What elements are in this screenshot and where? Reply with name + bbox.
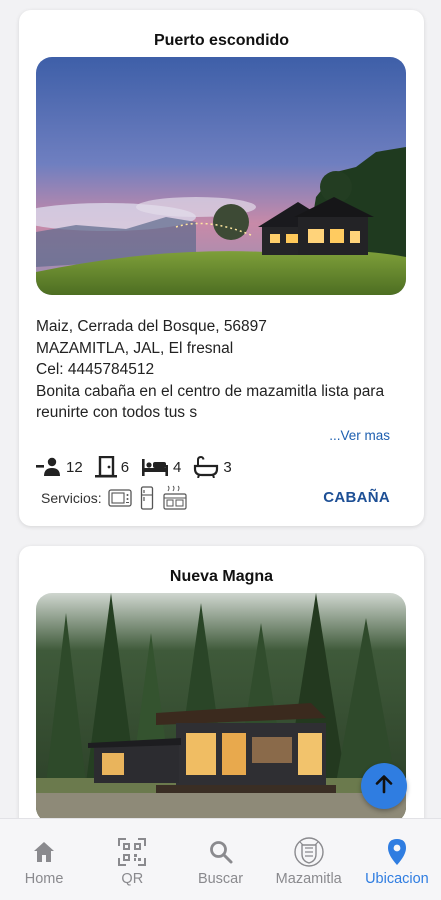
listing-title: Nueva Magna (169, 568, 274, 585)
nav-label: Buscar (197, 871, 244, 887)
microwave-icon (108, 488, 132, 508)
nav-item-mazamitla[interactable]: Mazamitla (265, 819, 353, 900)
search-icon (208, 837, 234, 867)
nav-label: Home (24, 871, 64, 887)
property-type: CABAÑA (323, 489, 390, 506)
listing-photo[interactable] (36, 593, 406, 818)
see-more-link[interactable]: ...Ver mas (329, 428, 390, 443)
nav-item-ubicacion[interactable]: Ubicacion (353, 819, 441, 900)
fridge-icon (140, 486, 154, 510)
bathtub-icon (193, 456, 223, 478)
baths-count: 3 (223, 458, 232, 476)
listing-photo[interactable] (36, 57, 406, 295)
location-pin-icon (385, 837, 409, 867)
crest-icon (293, 837, 325, 867)
door-icon (94, 456, 121, 478)
baths-amenity: 3 (193, 456, 232, 478)
rooms-amenity: 6 (94, 456, 130, 478)
phone-number[interactable]: Cel: 4445784512 (36, 359, 411, 381)
listing-card[interactable]: Puerto escondido Maiz, Cerrada del Bosqu… (19, 10, 424, 526)
bed-icon (141, 457, 173, 477)
services-label: Servicios: (41, 490, 102, 506)
person-icon (36, 457, 66, 477)
nav-label: QR (121, 871, 144, 887)
grill-icon (162, 485, 188, 511)
bottom-nav: Home QR Buscar Mazamitla Ubicacion (0, 818, 441, 900)
amenities-row: 12 6 4 3 (36, 456, 244, 478)
nav-label: Mazamitla (275, 871, 342, 887)
listings-feed[interactable]: Puerto escondido Maiz, Cerrada del Bosqu… (0, 0, 441, 818)
guests-amenity: 12 (36, 457, 83, 477)
description: Bonita cabaña en el centro de mazamitla … (36, 382, 385, 422)
address-line-1: Maiz, Cerrada del Bosque, 56897 (36, 318, 267, 335)
address-line-2: MAZAMITLA, JAL, El fresnal (36, 339, 234, 357)
qr-icon (117, 837, 147, 867)
services-row: Servicios: (41, 485, 196, 511)
beds-count: 4 (173, 458, 182, 476)
listing-title: Puerto escondido (153, 32, 290, 49)
guests-count: 12 (66, 458, 83, 476)
scroll-to-top-button[interactable] (361, 763, 407, 809)
nav-label: Ubicacion (365, 871, 429, 887)
home-icon (31, 837, 57, 867)
arrow-up-icon (373, 773, 395, 800)
listing-details: Maiz, Cerrada del Bosque, 56897 MAZAMITL… (36, 316, 411, 424)
nav-item-home[interactable]: Home (0, 819, 88, 900)
nav-item-qr[interactable]: QR (88, 819, 176, 900)
rooms-count: 6 (120, 458, 130, 476)
nav-item-buscar[interactable]: Buscar (176, 819, 264, 900)
beds-amenity: 4 (141, 457, 181, 477)
